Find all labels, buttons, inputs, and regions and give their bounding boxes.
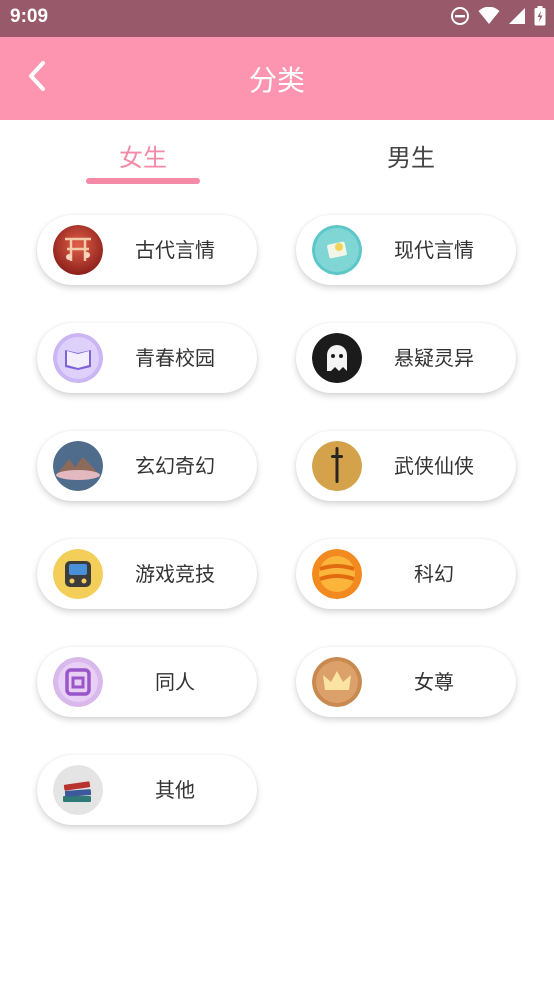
category-card-ancient-romance[interactable]: 古代言情: [37, 215, 257, 285]
wifi-icon: [478, 6, 500, 29]
category-card-scifi[interactable]: 科幻: [296, 539, 516, 609]
tab-male[interactable]: 男生: [321, 138, 501, 173]
modern-romance-icon: [312, 225, 362, 275]
game-console-icon: [53, 549, 103, 599]
category-label: 女尊: [414, 670, 454, 694]
status-icons: [450, 6, 546, 30]
gender-tabs: 女生 男生: [0, 120, 554, 195]
category-card-doujin[interactable]: 同人: [37, 647, 257, 717]
category-card-fantasy[interactable]: 玄幻奇幻: [37, 431, 257, 501]
category-card-martial-arts[interactable]: 武侠仙侠: [296, 431, 516, 501]
category-label: 古代言情: [135, 238, 215, 262]
category-label: 其他: [155, 778, 195, 802]
signal-icon: [508, 7, 526, 29]
category-card-female-dominant[interactable]: 女尊: [296, 647, 516, 717]
category-card-suspense[interactable]: 悬疑灵异: [296, 323, 516, 393]
page-title: 分类: [248, 64, 305, 97]
category-card-modern-romance[interactable]: 现代言情: [296, 215, 516, 285]
planet-icon: [312, 549, 362, 599]
campus-book-icon: [53, 333, 103, 383]
category-card-campus[interactable]: 青春校园: [37, 323, 257, 393]
do-not-disturb-icon: [450, 6, 470, 30]
category-card-gaming[interactable]: 游戏竞技: [37, 539, 257, 609]
status-time: 9:09: [10, 6, 49, 27]
category-label: 同人: [155, 670, 195, 694]
sword-icon: [312, 441, 362, 491]
ancient-romance-icon: [53, 225, 103, 275]
tab-female[interactable]: 女生: [53, 138, 233, 173]
category-label: 游戏竞技: [135, 562, 215, 586]
app-bar: 分类: [0, 37, 554, 120]
crown-icon: [312, 657, 362, 707]
battery-icon: [534, 6, 546, 30]
category-label: 科幻: [414, 562, 454, 586]
category-label: 玄幻奇幻: [135, 454, 215, 478]
category-card-other[interactable]: 其他: [37, 755, 257, 825]
status-bar: 9:09: [0, 0, 554, 37]
category-label: 现代言情: [394, 238, 474, 262]
category-label: 悬疑灵异: [394, 346, 474, 370]
tab-indicator: [86, 178, 200, 184]
doujin-badge-icon: [53, 657, 103, 707]
category-label: 武侠仙侠: [394, 454, 474, 478]
fantasy-mountain-icon: [53, 441, 103, 491]
ghost-icon: [312, 333, 362, 383]
books-icon: [53, 765, 103, 815]
category-label: 青春校园: [135, 346, 215, 370]
